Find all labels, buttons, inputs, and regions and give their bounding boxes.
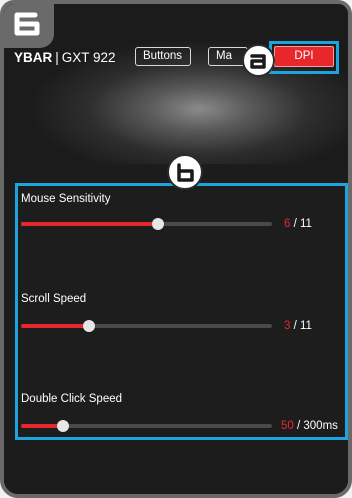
bottom-area — [4, 440, 348, 494]
brand: YBAR | GXT 922 — [14, 50, 116, 65]
header: YBAR | GXT 922 Buttons Ma DPI — [4, 4, 348, 164]
scroll-speed-label: Scroll Speed — [21, 293, 87, 305]
callout-b — [167, 154, 203, 190]
brand-name: YBAR — [14, 50, 53, 65]
mouse-sensitivity-label: Mouse Sensitivity — [21, 193, 111, 205]
slider-thumb[interactable] — [57, 420, 69, 432]
step-number-badge — [4, 4, 54, 48]
readout-max: / 11 — [290, 218, 312, 230]
tab-macros-label: Ma — [216, 50, 232, 62]
slider-fill — [21, 222, 158, 226]
double-click-speed-readout: 50 / 300ms — [281, 420, 338, 432]
callout-b-icon — [177, 163, 194, 182]
brand-model: GXT 922 — [61, 50, 116, 65]
slider-thumb[interactable] — [152, 218, 164, 230]
tab-buttons[interactable]: Buttons — [135, 47, 191, 66]
app-window: YBAR | GXT 922 Buttons Ma DPI Mouse Sensit… — [0, 0, 352, 498]
mouse-sensitivity-readout: 6 / 11 — [284, 218, 312, 230]
double-click-speed-label: Double Click Speed — [21, 393, 123, 405]
slider-thumb[interactable] — [83, 320, 95, 332]
tab-next-partial[interactable] — [348, 47, 352, 66]
slider-fill — [21, 324, 89, 328]
tab-buttons-label: Buttons — [143, 50, 182, 62]
tab-dpi[interactable]: DPI — [274, 46, 334, 67]
callout-a-icon — [250, 54, 266, 69]
callout-a — [242, 44, 275, 77]
readout-max: / 11 — [290, 320, 312, 332]
digit-6-icon — [14, 12, 40, 36]
readout-max: / 300ms — [293, 420, 338, 432]
readout-current: 50 — [281, 420, 294, 432]
double-click-speed-slider[interactable] — [21, 420, 272, 432]
brand-separator: | — [55, 50, 59, 65]
scroll-speed-slider[interactable] — [21, 320, 272, 332]
scroll-speed-readout: 3 / 11 — [284, 320, 312, 332]
mouse-sensitivity-slider[interactable] — [21, 218, 272, 230]
